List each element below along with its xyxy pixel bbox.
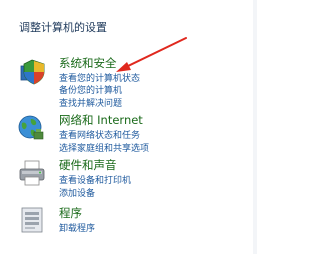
link-homegroup-sharing[interactable]: 选择家庭组和共享选项: [59, 141, 149, 154]
category-title-hardware-sound[interactable]: 硬件和声音: [59, 157, 117, 173]
category-title-programs[interactable]: 程序: [59, 205, 82, 221]
link-find-fix-problems[interactable]: 查找并解决问题: [59, 96, 122, 109]
category-title-network-internet[interactable]: 网络和 Internet: [59, 112, 143, 128]
programs-icon[interactable]: [18, 205, 48, 235]
link-uninstall-program[interactable]: 卸载程序: [59, 221, 95, 234]
page-heading: 调整计算机的设置: [19, 21, 107, 34]
window-edge: [253, 0, 257, 254]
category-title-system-security[interactable]: 系统和安全: [59, 55, 117, 71]
link-add-device[interactable]: 添加设备: [59, 186, 95, 199]
printer-icon[interactable]: [17, 158, 47, 188]
link-view-network-status[interactable]: 查看网络状态和任务: [59, 128, 140, 141]
link-backup-computer[interactable]: 备份您的计算机: [59, 83, 122, 96]
shield-icon[interactable]: [18, 56, 48, 86]
link-devices-printers[interactable]: 查看设备和打印机: [59, 173, 131, 186]
network-globe-icon[interactable]: [16, 113, 46, 143]
